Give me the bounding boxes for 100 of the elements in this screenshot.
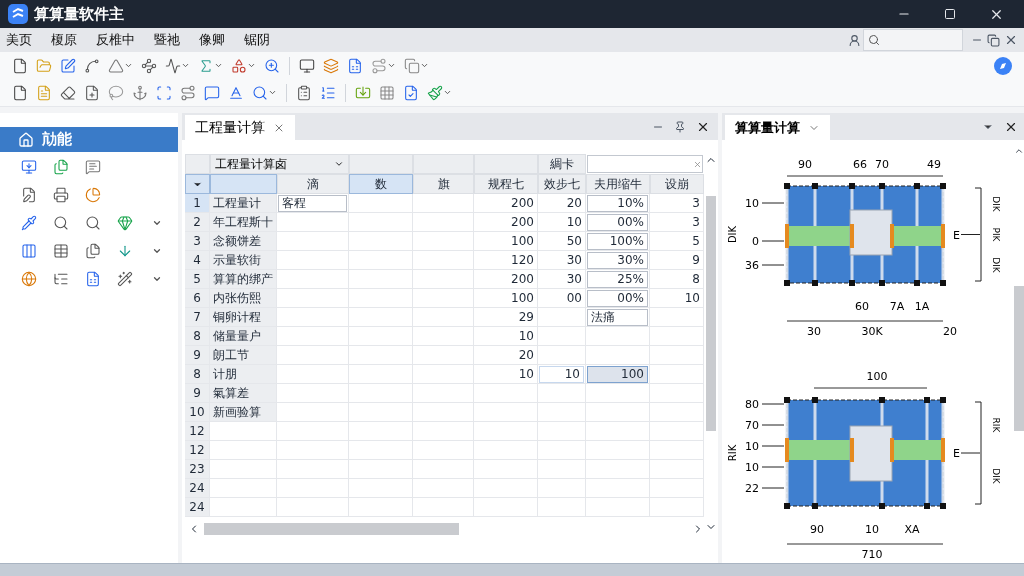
row-number: 8 [185, 365, 210, 384]
cell-input[interactable]: 00% [587, 213, 648, 231]
row-number: 24 [185, 498, 210, 517]
shapes-icon [231, 57, 247, 74]
app-logo-icon [8, 4, 28, 24]
filter-field[interactable] [587, 155, 703, 173]
caret-icon [334, 159, 344, 169]
row-number: 9 [185, 384, 210, 403]
column-header[interactable]: 夫用缩牛 [586, 174, 650, 194]
triangle-icon [108, 57, 124, 74]
table-cell [277, 270, 349, 289]
dimension-label: 22 [745, 482, 759, 495]
table-cell: 200 [474, 213, 538, 232]
table-cell [538, 422, 586, 441]
file-plus-icon [84, 84, 100, 101]
cell-input[interactable]: 100 [587, 365, 648, 383]
header-cell [474, 154, 538, 174]
dimension-label: 1A [914, 300, 930, 313]
dimension-label: 30 [807, 325, 821, 338]
menu-item[interactable]: 锯阴 [242, 29, 279, 51]
maximize-icon [944, 8, 956, 20]
table-cell: 00 [538, 289, 586, 308]
cell-input[interactable]: 30% [587, 251, 648, 269]
table-cell: 20 [474, 346, 538, 365]
table-cell [349, 289, 413, 308]
lasso-icon [108, 84, 124, 101]
row-number: 7 [185, 308, 210, 327]
table-cell [586, 460, 650, 479]
table-cell [413, 232, 474, 251]
table-cell [413, 422, 474, 441]
column-header[interactable]: 数 [349, 174, 413, 194]
scrollbar-thumb[interactable] [204, 522, 459, 535]
folder-icon [36, 57, 52, 74]
axis-label: E [953, 447, 960, 460]
table-cell [474, 441, 538, 460]
cell-input[interactable]: 10 [539, 365, 584, 383]
dimension-label: RIK [991, 417, 1001, 433]
dimension-label: PIK [991, 227, 1001, 242]
table-cell [413, 460, 474, 479]
dimension-label: 49 [927, 158, 941, 171]
cell-input[interactable]: 00% [587, 289, 648, 307]
menu-item[interactable]: 反椎中 [94, 29, 144, 51]
leader-line [761, 487, 785, 489]
search-field[interactable] [863, 29, 963, 51]
table-cell: 念额饼差 [210, 232, 277, 251]
table-cell [210, 460, 277, 479]
table-cell: 10 [474, 365, 538, 384]
help-button[interactable] [992, 54, 1014, 77]
menu-item[interactable]: 像卿 [197, 29, 234, 51]
table-cell [586, 479, 650, 498]
cell-input[interactable]: 法痛 [587, 308, 648, 326]
column-header[interactable]: 效步七 [538, 174, 586, 194]
copy-icon [404, 57, 420, 74]
table-dropdown[interactable]: 工程量计算卤 [210, 154, 349, 174]
row-number: 10 [185, 403, 210, 422]
column-header[interactable]: 设崩 [650, 174, 704, 194]
clipboard-icon [296, 84, 312, 101]
leader-line [761, 466, 785, 468]
table-cell [349, 365, 413, 384]
table-cell: 29 [474, 308, 538, 327]
table-cell [349, 498, 413, 517]
dimension-label: DIK [991, 257, 1001, 273]
anchor-icon [132, 84, 148, 101]
scrollbar-thumb[interactable] [1014, 286, 1024, 431]
menu-item[interactable]: 美页 [4, 29, 41, 51]
table-cell [210, 479, 277, 498]
table-cell [474, 422, 538, 441]
table-cell [538, 479, 586, 498]
cell-input[interactable]: 100% [587, 232, 648, 250]
table-cell [277, 365, 349, 384]
caret-icon [214, 61, 223, 70]
monitor-icon [21, 159, 37, 175]
table-cell [474, 460, 538, 479]
cell-input[interactable]: 10% [587, 194, 648, 212]
close-icon [696, 120, 710, 134]
column-header[interactable]: 滴 [277, 174, 349, 194]
document-tab[interactable]: 工程量计算 [185, 115, 295, 140]
menu-item[interactable]: 榎原 [49, 29, 86, 51]
column-header[interactable]: 规程七 [474, 174, 538, 194]
cell-input[interactable]: 客程 [278, 194, 347, 212]
table-cell [349, 460, 413, 479]
sidebar-title: 劥能 [42, 130, 72, 149]
monitor-icon [299, 57, 315, 74]
scrollbar-thumb[interactable] [706, 196, 716, 431]
dimension-label: DIK [991, 468, 1001, 484]
table-cell [349, 403, 413, 422]
restore-button[interactable] [985, 31, 1002, 49]
table-cell [538, 460, 586, 479]
panel-tab[interactable]: 算算量计算 [725, 115, 830, 140]
scroll-up-icon[interactable] [1014, 146, 1024, 156]
table-cell: 年工程斯十 [210, 213, 277, 232]
column-header[interactable]: 旗 [413, 174, 474, 194]
table-cell [349, 384, 413, 403]
table-cell: 30 [538, 251, 586, 270]
cell-input[interactable]: 25% [587, 270, 648, 288]
table-cell: 示量软街 [210, 251, 277, 270]
table-cell [210, 441, 277, 460]
table-cell [349, 308, 413, 327]
menu-item[interactable]: 暨祂 [152, 29, 189, 51]
grid-icon [379, 84, 395, 101]
